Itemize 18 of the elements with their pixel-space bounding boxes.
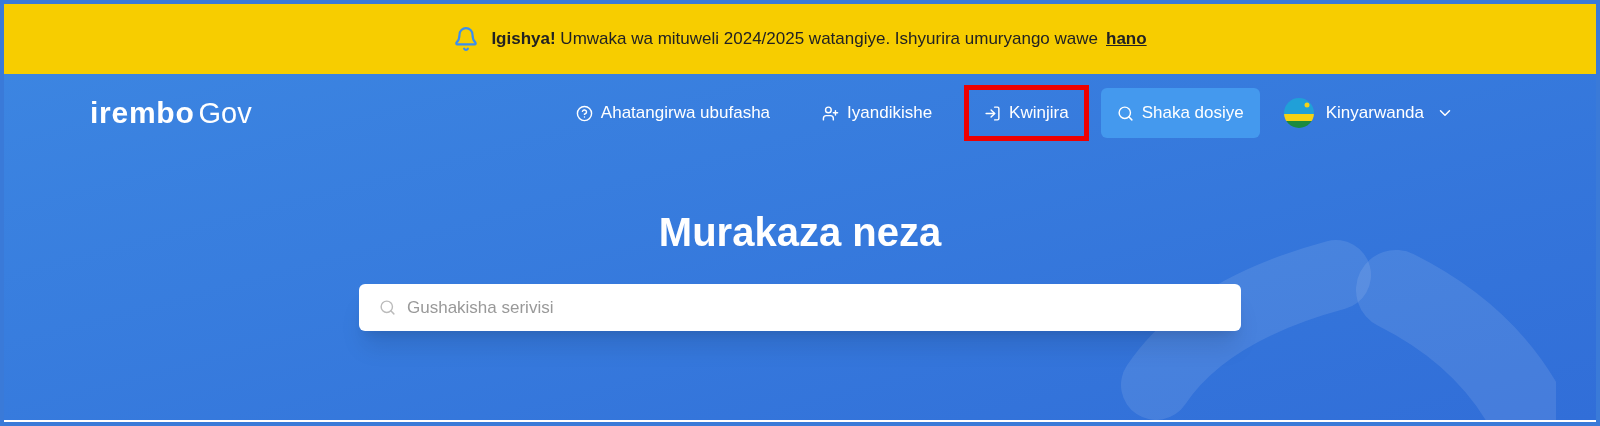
service-search-field[interactable]: Gushakisha serivisi: [359, 284, 1241, 331]
announcement-text: Igishya! Umwaka wa mituweli 2024/2025 watangiye. Ishyurira umuryango wawe: [491, 28, 1098, 51]
announcement-link[interactable]: hano: [1106, 26, 1147, 52]
nav-link[interactable]: Ahatangirwa ubufasha: [555, 85, 791, 141]
language-selector[interactable]: Kinyarwanda: [1271, 88, 1466, 138]
bell-icon: [453, 26, 480, 52]
add-user-icon: [822, 104, 840, 122]
logo-wordmark[interactable]: irembo: [90, 98, 195, 128]
help-icon: [575, 104, 593, 122]
search-icon: [379, 299, 396, 316]
login-icon: [984, 104, 1002, 122]
nav-link[interactable]: Iyandikishe: [802, 85, 953, 141]
welcome-title: Murakaza neza: [658, 212, 942, 252]
search-file-button[interactable]: Shaka dosiye: [1100, 88, 1260, 138]
search-icon: [1116, 104, 1134, 122]
nav-link[interactable]: Kwinjira: [964, 85, 1089, 141]
logo-suffix: Gov: [198, 99, 252, 128]
flag-icon: [1283, 98, 1314, 128]
